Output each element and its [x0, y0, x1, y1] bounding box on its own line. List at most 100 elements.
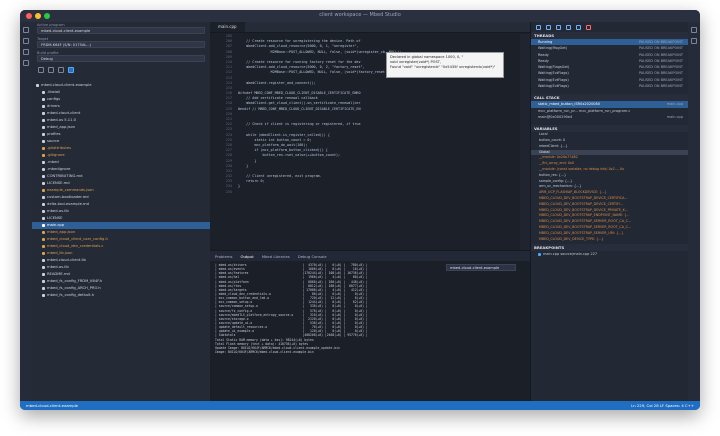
tree-item[interactable]: .gitattributes — [32, 145, 210, 152]
status-right[interactable]: Ln 229, Col 28 LF Spaces: 4 C++ — [631, 401, 694, 410]
file-icon — [42, 90, 45, 94]
step-into-icon[interactable] — [556, 24, 561, 30]
tree-item[interactable]: mbed-cloud-client — [32, 110, 210, 117]
tab-output[interactable]: Output — [241, 254, 254, 259]
tree-item[interactable]: .gitignore — [32, 152, 210, 159]
tree-item-label: mbed_fs_config_ARCH_PRO.h — [47, 286, 101, 290]
file-icon — [42, 181, 45, 185]
tree-item-label: .libstall — [47, 90, 61, 94]
step-out-icon[interactable] — [566, 24, 571, 30]
tree-item[interactable]: LICENSE.md — [32, 180, 210, 187]
restart-icon[interactable] — [576, 24, 581, 30]
tree-item[interactable]: .libstall — [32, 89, 210, 96]
tree-item[interactable]: main.cpp — [32, 222, 210, 229]
file-icon — [42, 209, 45, 213]
frame-name: static_mbed_button_ISR0x2020080 — [538, 102, 600, 107]
thread-name: Running — [538, 40, 553, 44]
stop-icon[interactable] — [586, 24, 591, 30]
tree-item[interactable]: mbed_lib.json — [32, 250, 210, 257]
active-program-select[interactable]: mbed-cloud-client-example — [37, 27, 205, 34]
output-source-select[interactable]: mbed-cloud-client-example — [446, 264, 516, 271]
tree-item[interactable]: source — [32, 138, 210, 145]
tree-item[interactable]: mbed_fs_config_ARCH_PRO.h — [32, 285, 210, 292]
tree-item[interactable]: mbed-cloud-client-example — [32, 82, 210, 89]
breakpoint-checkbox[interactable] — [538, 252, 541, 256]
tab-main-cpp[interactable]: main.cpp — [210, 22, 245, 32]
status-left[interactable]: mbed-cloud-client-example — [26, 401, 78, 410]
build-profile-select[interactable]: Debug — [37, 55, 205, 62]
tree-item[interactable]: .mbed — [32, 159, 210, 166]
file-icon — [42, 125, 45, 129]
line-number: 235 — [225, 189, 232, 194]
explorer-icon[interactable] — [23, 27, 29, 33]
frame-name: main@0x000290e4 — [538, 114, 573, 119]
tab-problems[interactable]: Problems — [215, 254, 233, 259]
right-tool-bar — [688, 22, 700, 401]
file-icon — [42, 174, 45, 178]
minimap[interactable] — [520, 34, 530, 250]
tree-item[interactable]: example_commands.json — [32, 187, 210, 194]
threads-list: Running PAUSED ON BREAKPOINT Waiting(MsgGe… — [531, 39, 689, 89]
tree-item[interactable]: configs — [32, 96, 210, 103]
variable-row[interactable]: MBED_CLOUD_DEV_DEVICE_TYPE: {...} — [531, 237, 689, 243]
tree-item[interactable]: mbed_app.json — [32, 229, 210, 236]
thread-name: Waiting(EvtFlags) — [538, 71, 569, 76]
tree-item[interactable]: drivers — [32, 103, 210, 110]
file-icon — [42, 167, 45, 171]
source-control-icon[interactable] — [23, 49, 29, 55]
breakpoints-header[interactable]: BREAKPOINTS — [531, 244, 689, 252]
variables-header[interactable]: VARIABLES — [531, 125, 689, 133]
app-window: client workspace — Mbed Studio Active pr… — [20, 10, 700, 410]
threads-header[interactable]: THREADS — [531, 32, 689, 39]
build-toolbar — [32, 64, 210, 76]
tree-item[interactable]: LICENSE — [32, 215, 210, 222]
tree-item-label: .mbed — [47, 160, 59, 164]
thread-row[interactable]: Waiting(EvtFlags) PAUSED ON BREAKPOINT — [531, 83, 689, 89]
tree-item[interactable]: mbed-os.lib — [32, 264, 210, 271]
build-icon[interactable] — [38, 67, 44, 73]
tree-item[interactable]: .mbedignore — [32, 166, 210, 173]
step-over-icon[interactable] — [546, 24, 551, 30]
tree-item[interactable]: mbed-cloud-client.lib — [32, 257, 210, 264]
gear-icon[interactable] — [691, 27, 697, 33]
target-select[interactable]: FRDM-K64F (S/N: 0175AL...) — [37, 41, 205, 48]
extensions-icon[interactable] — [23, 60, 29, 66]
tree-item[interactable]: CONTRIBUTING.md — [32, 173, 210, 180]
tree-item[interactable]: mbed-os.lib — [32, 208, 210, 215]
tree-item-label: mbed_app.json — [47, 125, 76, 129]
continue-icon[interactable] — [536, 24, 541, 30]
debug-icon[interactable] — [58, 67, 64, 73]
output-log: | mbed-os/drivers | 4370(+0) | 0(+0) | 7… — [215, 263, 440, 400]
sidebar: Active program mbed-cloud-client-example… — [32, 22, 211, 401]
account-icon[interactable] — [691, 38, 697, 44]
tree-item[interactable]: mbed-os 5.11.0 — [32, 117, 210, 124]
file-icon — [42, 146, 45, 150]
file-icon — [42, 118, 45, 122]
thread-name: Waiting(FlagsGet) — [538, 65, 570, 70]
tree-item[interactable]: mbed_app.json — [32, 124, 210, 131]
file-icon — [42, 139, 45, 143]
tree-item[interactable]: custom-bootloader.md — [32, 194, 210, 201]
clean-icon[interactable] — [68, 67, 74, 73]
breakpoint-label: main.cpp source/main.cpp 227 — [543, 252, 598, 257]
tree-item-label: configs — [47, 97, 61, 101]
tree-item[interactable]: mbed_cloud_dev_credentials.c — [32, 243, 210, 250]
tree-item[interactable]: mbed_cloud_client_user_config.h — [32, 236, 210, 243]
callstack-header[interactable]: CALL STACK — [531, 94, 689, 102]
callstack-frame[interactable]: main@0x000290e4 main.cpp — [531, 114, 689, 120]
search-icon[interactable] — [23, 38, 29, 44]
tree-item-label: mbed_app.json — [47, 230, 76, 234]
tree-item[interactable]: delta-tool-example.md — [32, 201, 210, 208]
file-icon — [42, 188, 45, 192]
tab-debug-console[interactable]: Debug Console — [298, 254, 327, 259]
tree-item[interactable]: profiles — [32, 131, 210, 138]
run-icon[interactable] — [48, 67, 54, 73]
file-icon — [42, 202, 45, 206]
file-tree: mbed-cloud-client-example .libstall config… — [32, 82, 210, 299]
tree-item[interactable]: README.md — [32, 271, 210, 278]
tree-item-label: mbed-cloud-client.lib — [47, 258, 86, 262]
tree-item[interactable]: mbed_fs_config_FRDM_K64F.h — [32, 278, 210, 285]
breakpoint-row[interactable]: main.cpp source/main.cpp 227 — [531, 251, 689, 257]
tree-item[interactable]: mbed_fs_config_default.h — [32, 292, 210, 299]
tab-mbed-libraries[interactable]: Mbed Libraries — [262, 254, 290, 259]
